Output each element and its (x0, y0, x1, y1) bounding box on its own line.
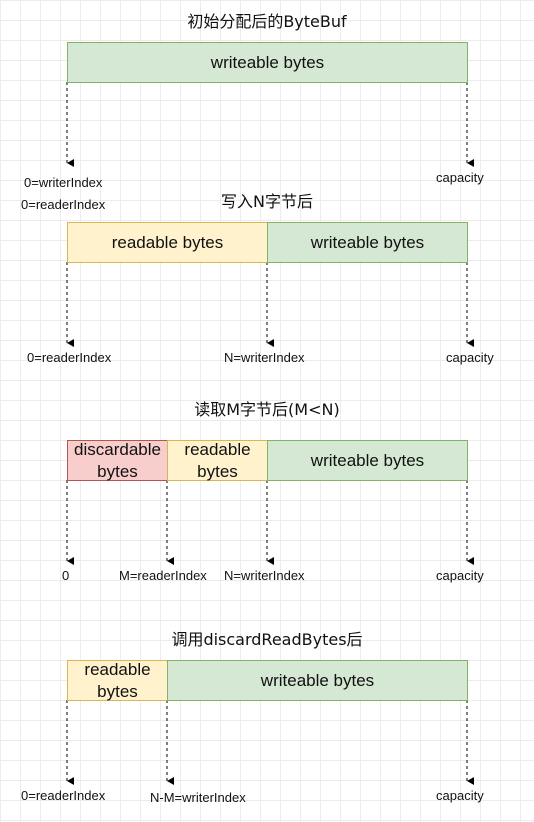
diagram-3-title: 读取M字节后(M<N) (194, 400, 340, 419)
discardable-bytes-label-line1: discardable (74, 439, 161, 459)
diagram-2-title: 写入N字节后 (221, 192, 313, 211)
reader-index-label-2: 0=readerIndex (27, 350, 112, 365)
writer-index-label-3: N=writerIndex (224, 568, 305, 583)
writer-index-label-4: N-M=writerIndex (150, 790, 246, 805)
writeable-bytes-label-1: writeable bytes (210, 52, 325, 72)
writeable-bytes-region-2: writeable bytes (267, 222, 468, 263)
writeable-bytes-label-2: writeable bytes (310, 232, 425, 252)
writeable-bytes-label-4: writeable bytes (260, 670, 375, 690)
readable-bytes-region-4: readable bytes (67, 660, 168, 701)
writer-index-label-1: 0=writerIndex (24, 175, 103, 190)
readable-bytes-label-line2: bytes (197, 461, 238, 481)
readable-bytes-region-3: readable bytes (167, 440, 268, 481)
writeable-bytes-region-4: writeable bytes (167, 660, 468, 701)
writeable-bytes-region-3: writeable bytes (267, 440, 468, 481)
zero-label-3: 0 (62, 568, 70, 583)
writer-index-label-2: N=writerIndex (224, 350, 305, 365)
readable-bytes-label-line1: readable (184, 439, 251, 459)
capacity-label-2: capacity (446, 350, 494, 365)
reader-index-label-3: M=readerIndex (119, 568, 207, 583)
diagram-1-title: 初始分配后的ByteBuf (187, 12, 347, 31)
capacity-label-3: capacity (436, 568, 484, 583)
readable-bytes-region-2: readable bytes (67, 222, 268, 263)
capacity-label-1: capacity (436, 170, 484, 185)
discardable-bytes-label-line2: bytes (97, 461, 138, 481)
writeable-bytes-region-1: writeable bytes (67, 42, 468, 83)
readable-bytes-label-line1: readable (84, 659, 151, 679)
writeable-bytes-label-3: writeable bytes (310, 450, 425, 470)
diagram-4-title: 调用discardReadBytes后 (171, 630, 363, 649)
readable-bytes-label-line2: bytes (97, 681, 138, 701)
discardable-bytes-region-3: discardable bytes (67, 440, 168, 481)
capacity-label-4: capacity (436, 788, 484, 803)
reader-index-label-4: 0=readerIndex (21, 788, 106, 803)
readable-bytes-label-2: readable bytes (111, 232, 224, 252)
